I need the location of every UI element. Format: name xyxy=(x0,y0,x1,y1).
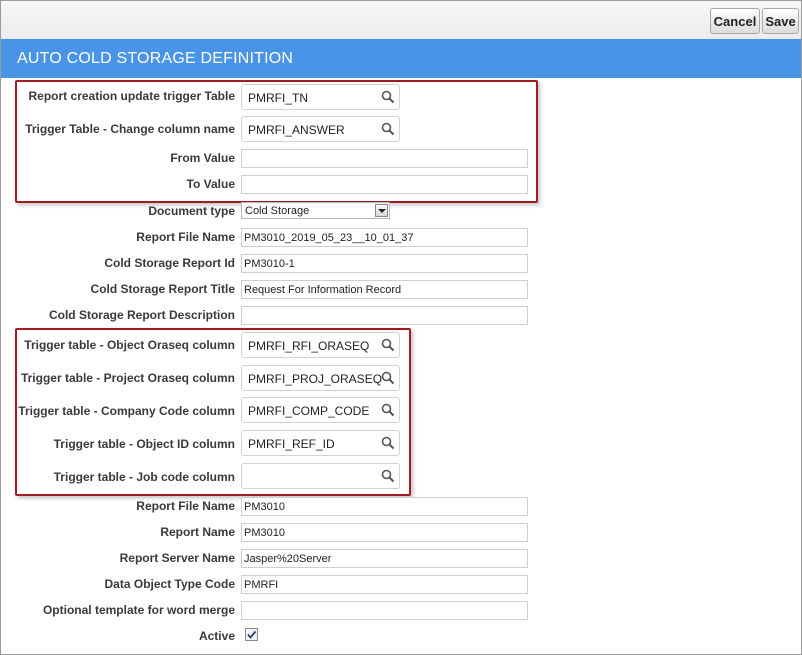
to-value-label: To Value xyxy=(186,177,235,191)
report-creation-table-label: Report creation update trigger Table xyxy=(28,89,235,103)
cold-storage-report-title-input[interactable]: Request For Information Record xyxy=(241,280,528,299)
page-header: AUTO COLD STORAGE DEFINITION xyxy=(1,39,801,78)
cold-storage-report-title-value: Request For Information Record xyxy=(244,284,402,296)
active-checkbox[interactable] xyxy=(245,628,258,641)
object-id-column-label: Trigger table - Object ID column xyxy=(53,437,235,451)
report-file-name-2-label: Report File Name xyxy=(136,499,235,513)
company-code-column-value: PMRFI_COMP_CODE xyxy=(248,404,370,418)
company-code-column-lookup[interactable]: PMRFI_COMP_CODE xyxy=(241,397,400,423)
cancel-button[interactable]: Cancel xyxy=(710,8,760,34)
object-oraseq-column-label: Trigger table - Object Oraseq column xyxy=(24,338,235,352)
report-creation-table-value: PMRFI_TN xyxy=(248,91,308,105)
cold-storage-report-description-input[interactable] xyxy=(241,306,528,325)
chevron-down-icon[interactable] xyxy=(375,204,388,217)
report-file-name-value: PM3010_2019_05_23__10_01_37 xyxy=(244,232,414,244)
from-value-input[interactable] xyxy=(241,149,528,168)
document-type-select[interactable]: Cold Storage xyxy=(241,202,390,219)
search-icon[interactable] xyxy=(380,337,396,353)
search-icon[interactable] xyxy=(380,435,396,451)
job-code-column-lookup[interactable] xyxy=(241,463,400,489)
report-server-name-input[interactable]: Jasper%20Server xyxy=(241,549,528,568)
report-name-label: Report Name xyxy=(160,525,235,539)
cold-storage-report-description-label: Cold Storage Report Description xyxy=(48,308,235,322)
word-merge-template-label: Optional template for word merge xyxy=(42,603,235,617)
trigger-change-column-value: PMRFI_ANSWER xyxy=(248,123,345,137)
job-code-column-label: Trigger table - Job code column xyxy=(53,470,235,484)
save-button[interactable]: Save xyxy=(762,8,799,34)
cold-storage-report-id-value: PM3010-1 xyxy=(244,258,295,270)
report-file-name-2-value: PM3010 xyxy=(244,501,285,513)
project-oraseq-column-value: PMRFI_PROJ_ORASEQ xyxy=(248,372,383,386)
report-name-value: PM3010 xyxy=(244,527,285,539)
toolbar: Cancel Save xyxy=(1,1,801,40)
cold-storage-report-id-label: Cold Storage Report Id xyxy=(104,256,235,270)
report-name-input[interactable]: PM3010 xyxy=(241,523,528,542)
search-icon[interactable] xyxy=(380,370,396,386)
word-merge-template-input[interactable] xyxy=(241,601,528,620)
report-file-name-label: Report File Name xyxy=(136,230,235,244)
data-object-type-code-value: PMRFI xyxy=(244,579,279,591)
document-type-value: Cold Storage xyxy=(245,205,310,217)
data-object-type-code-input[interactable]: PMRFI xyxy=(241,575,528,594)
search-icon[interactable] xyxy=(380,121,396,137)
object-oraseq-column-value: PMRFI_RFI_ORASEQ xyxy=(248,339,370,353)
report-file-name-input[interactable]: PM3010_2019_05_23__10_01_37 xyxy=(241,228,528,247)
object-oraseq-column-lookup[interactable]: PMRFI_RFI_ORASEQ xyxy=(241,332,400,358)
report-server-name-value: Jasper%20Server xyxy=(244,553,332,565)
search-icon[interactable] xyxy=(380,89,396,105)
data-object-type-code-label: Data Object Type Code xyxy=(104,577,235,591)
report-file-name-2-input[interactable]: PM3010 xyxy=(241,497,528,516)
trigger-change-column-lookup[interactable]: PMRFI_ANSWER xyxy=(241,116,400,142)
search-icon[interactable] xyxy=(380,468,396,484)
report-creation-table-lookup[interactable]: PMRFI_TN xyxy=(241,84,400,110)
project-oraseq-column-lookup[interactable]: PMRFI_PROJ_ORASEQ xyxy=(241,365,400,391)
cold-storage-report-id-input[interactable]: PM3010-1 xyxy=(241,254,528,273)
to-value-input[interactable] xyxy=(241,175,528,194)
report-server-name-label: Report Server Name xyxy=(119,551,235,565)
active-label: Active xyxy=(198,629,235,643)
object-id-column-lookup[interactable]: PMRFI_REF_ID xyxy=(241,430,400,456)
project-oraseq-column-label: Trigger table - Project Oraseq column xyxy=(20,371,235,385)
checkmark-icon xyxy=(247,630,257,639)
trigger-change-column-label: Trigger Table - Change column name xyxy=(25,122,235,136)
document-type-label: Document type xyxy=(148,204,235,218)
object-id-column-value: PMRFI_REF_ID xyxy=(248,437,335,451)
page-title: AUTO COLD STORAGE DEFINITION xyxy=(17,50,294,67)
search-icon[interactable] xyxy=(380,402,396,418)
from-value-label: From Value xyxy=(170,151,235,165)
company-code-column-label: Trigger table - Company Code column xyxy=(18,404,235,418)
cold-storage-report-title-label: Cold Storage Report Title xyxy=(90,282,235,296)
